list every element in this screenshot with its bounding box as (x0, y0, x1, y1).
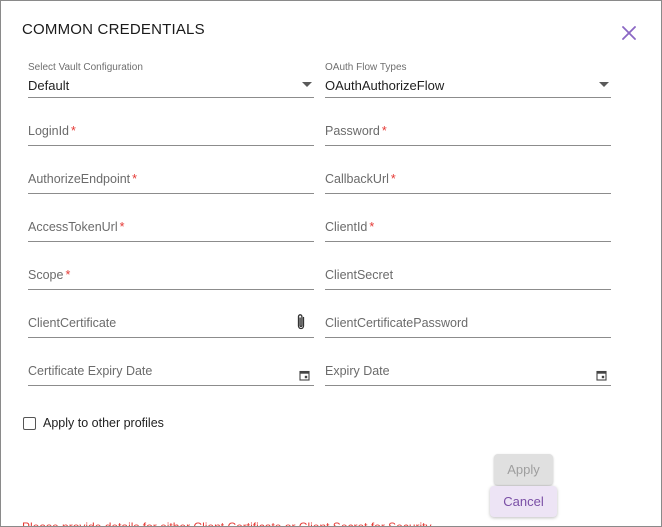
login-id-field[interactable]: LoginId * (28, 110, 314, 146)
callback-url-label: CallbackUrl (325, 172, 389, 186)
common-credentials-dialog: COMMON CREDENTIALS Select Vault Configur… (0, 0, 662, 527)
vault-configuration-label: Select Vault Configuration (28, 62, 143, 73)
client-certificate-label: ClientCertificate (28, 316, 117, 330)
authorize-endpoint-field[interactable]: AuthorizeEndpoint * (28, 158, 314, 194)
dialog-title: COMMON CREDENTIALS (22, 21, 205, 38)
calendar-icon[interactable] (299, 368, 310, 381)
cancel-button[interactable]: Cancel (490, 486, 557, 517)
required-marker: * (132, 172, 138, 186)
close-icon[interactable] (619, 23, 639, 43)
required-marker: * (119, 220, 125, 234)
vault-configuration-select[interactable]: Select Vault Configuration Default (28, 62, 314, 98)
client-id-label: ClientId (325, 220, 368, 234)
password-field[interactable]: Password * (325, 110, 611, 146)
login-id-label: LoginId (28, 124, 70, 138)
expiry-date-field[interactable]: Expiry Date (325, 350, 611, 386)
chevron-down-icon (599, 82, 609, 87)
required-marker: * (369, 220, 375, 234)
authorize-endpoint-label: AuthorizeEndpoint (28, 172, 131, 186)
certificate-expiry-date-field[interactable]: Certificate Expiry Date (28, 350, 314, 386)
apply-to-other-profiles-checkbox[interactable] (23, 416, 36, 430)
expiry-date-label: Expiry Date (325, 364, 390, 378)
oauth-flow-type-label: OAuth Flow Types (325, 62, 407, 73)
scope-label: Scope (28, 268, 64, 282)
scope-field[interactable]: Scope * (28, 254, 314, 290)
paperclip-icon[interactable] (295, 313, 307, 331)
callback-url-field[interactable]: CallbackUrl * (325, 158, 611, 194)
required-marker: * (65, 268, 71, 282)
vault-configuration-value: Default (28, 78, 70, 93)
client-certificate-password-field[interactable]: ClientCertificatePassword (325, 302, 611, 338)
password-label: Password (325, 124, 380, 138)
access-token-url-field[interactable]: AccessTokenUrl * (28, 206, 314, 242)
required-marker: * (381, 124, 387, 138)
calendar-icon[interactable] (596, 368, 607, 381)
client-certificate-field[interactable]: ClientCertificate (28, 302, 314, 338)
apply-button[interactable]: Apply (494, 454, 553, 485)
access-token-url-label: AccessTokenUrl (28, 220, 118, 234)
client-secret-field[interactable]: ClientSecret (325, 254, 611, 290)
chevron-down-icon (302, 82, 312, 87)
apply-to-other-profiles-option[interactable]: Apply to other profiles (23, 416, 164, 430)
validation-error-message: Please provide details for either Client… (22, 520, 432, 527)
apply-to-other-profiles-label: Apply to other profiles (43, 416, 164, 430)
required-marker: * (390, 172, 396, 186)
oauth-flow-type-value: OAuthAuthorizeFlow (325, 78, 445, 93)
client-id-field[interactable]: ClientId * (325, 206, 611, 242)
client-secret-label: ClientSecret (325, 268, 394, 282)
certificate-expiry-date-label: Certificate Expiry Date (28, 364, 153, 378)
oauth-flow-type-select[interactable]: OAuth Flow Types OAuthAuthorizeFlow (325, 62, 611, 98)
client-certificate-password-label: ClientCertificatePassword (325, 316, 469, 330)
required-marker: * (71, 124, 76, 138)
